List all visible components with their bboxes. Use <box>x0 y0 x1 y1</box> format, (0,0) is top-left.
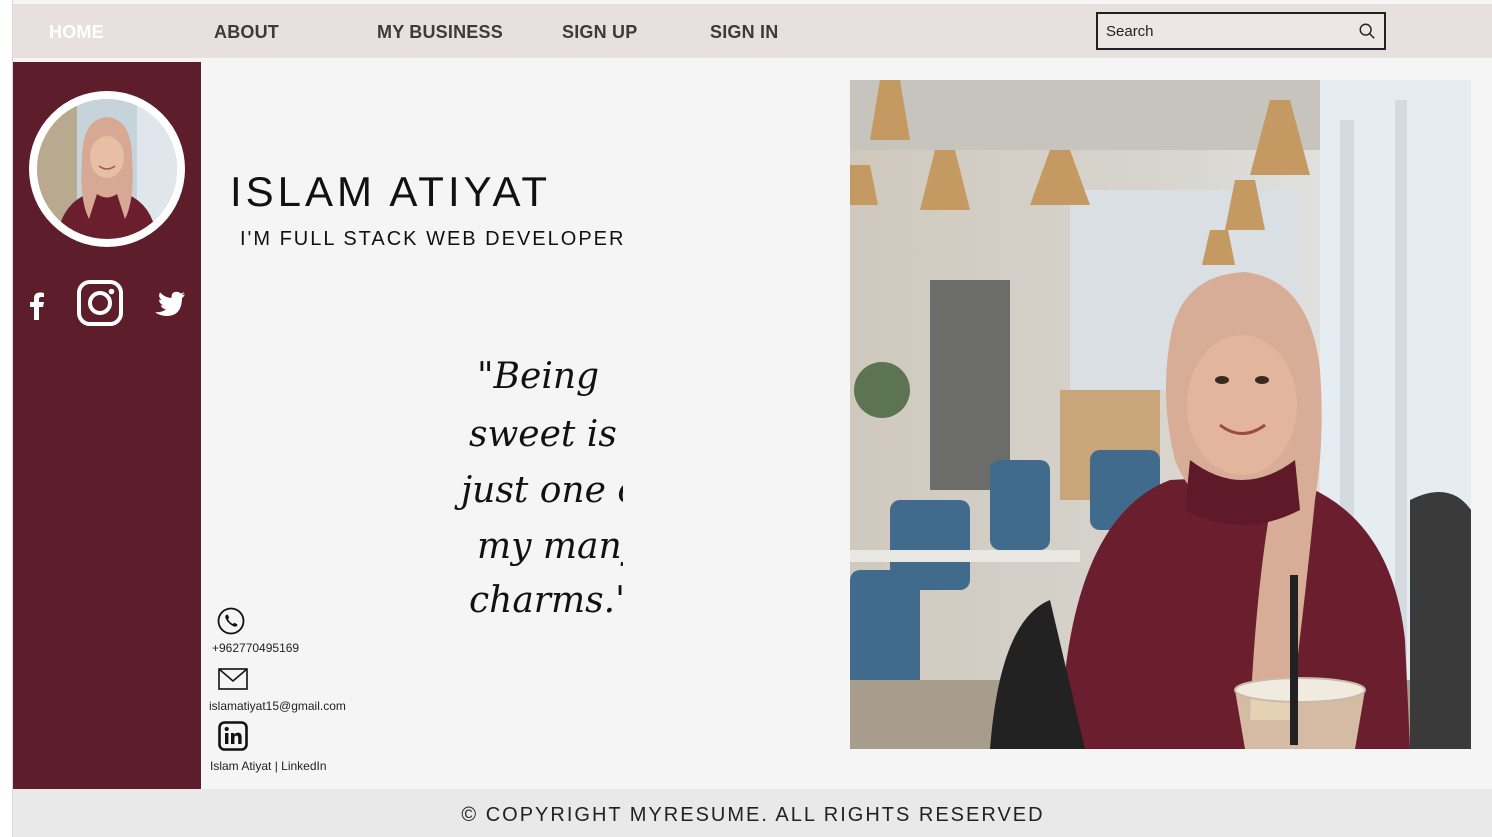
mail-icon <box>218 668 248 690</box>
hero-photo <box>850 80 1471 749</box>
sidebar <box>13 62 201 789</box>
phone-icon <box>217 607 245 635</box>
subtitle: I'M FULL STACK WEB DEVELOPER <box>240 228 626 250</box>
linkedin-link[interactable]: Islam Atiyat | LinkedIn <box>210 759 327 773</box>
instagram-icon[interactable] <box>77 280 123 326</box>
search-input[interactable] <box>1098 14 1338 48</box>
nav-my-business[interactable]: MY BUSINESS <box>377 22 503 43</box>
quote-line: "Being <box>477 356 599 397</box>
avatar-photo <box>37 99 177 239</box>
nav-about[interactable]: ABOUT <box>214 22 279 43</box>
linkedin-icon <box>218 721 248 751</box>
twitter-icon[interactable] <box>153 291 185 318</box>
facebook-icon[interactable] <box>27 292 47 320</box>
quote-line: just one of <box>454 470 623 511</box>
nav-sign-in[interactable]: SIGN IN <box>710 22 778 43</box>
quote-line: sweet is <box>469 414 617 455</box>
avatar <box>29 91 185 247</box>
nav-home[interactable]: HOME <box>49 22 104 43</box>
phone-number[interactable]: +962770495169 <box>212 641 299 655</box>
page: HOME ABOUT MY BUSINESS SIGN UP SIGN IN S… <box>12 0 1492 837</box>
quote-line: my many <box>477 526 623 567</box>
copyright-text: © COPYRIGHT MYRESUME. ALL RIGHTS RESERVE… <box>461 804 1045 826</box>
page-title: ISLAM ATIYAT <box>230 168 552 215</box>
top-nav: HOME ABOUT MY BUSINESS SIGN UP SIGN IN <box>13 4 1492 58</box>
search-icon[interactable] <box>1358 22 1376 40</box>
search-box <box>1096 12 1386 50</box>
quote-line: charms." <box>469 580 623 621</box>
nav-sign-up[interactable]: SIGN UP <box>562 22 637 43</box>
email-link[interactable]: islamatiyat15@gmail.com <box>209 699 346 713</box>
footer: © COPYRIGHT MYRESUME. ALL RIGHTS RESERVE… <box>13 789 1492 837</box>
quote: "Being sweet is just one of my many char… <box>454 356 623 621</box>
